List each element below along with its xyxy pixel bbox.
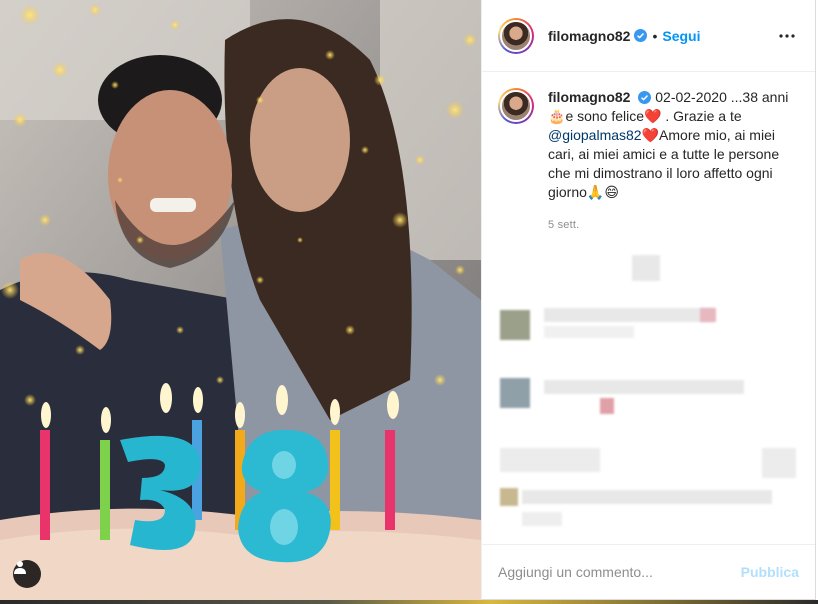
comment-bar: Pubblica	[482, 544, 815, 599]
verified-badge-icon	[638, 91, 652, 104]
caption: filomagno82 02-02-2020 ...38 anni 🎂e son…	[482, 72, 815, 235]
heart-emoji: ❤️	[644, 108, 662, 124]
user-tag-icon[interactable]	[13, 560, 41, 588]
follow-button[interactable]: Segui	[662, 28, 700, 44]
person-icon	[14, 561, 26, 574]
comment-input[interactable]	[498, 564, 741, 580]
author-username[interactable]: filomagno82	[548, 28, 630, 44]
caption-text: filomagno82 02-02-2020 ...38 anni 🎂e son…	[548, 88, 799, 235]
caption-avatar[interactable]	[498, 88, 534, 124]
header-separator: •	[652, 27, 658, 44]
post-timestamp[interactable]: 5 sett.	[548, 216, 799, 235]
publish-button[interactable]: Pubblica	[741, 564, 799, 580]
heart-emoji: ❤️	[641, 127, 660, 143]
caption-username[interactable]: filomagno82	[548, 89, 630, 105]
caption-part2: e sono felice	[565, 108, 645, 124]
cake-emoji: 🎂	[548, 108, 566, 124]
photo-illustration	[0, 0, 481, 604]
verified-badge-icon	[634, 29, 648, 42]
mention-link[interactable]: @giopalmas82	[548, 127, 642, 143]
more-options-icon[interactable]	[775, 24, 799, 48]
caption-part1: ...38 anni	[726, 89, 789, 105]
post-photo[interactable]	[0, 0, 481, 604]
caption-date: 02-02-2020	[655, 89, 727, 105]
post-header: filomagno82 • Segui	[482, 0, 815, 72]
caption-part3: . Grazie a te	[661, 108, 742, 124]
author-avatar[interactable]	[498, 17, 534, 54]
end-emojis: 🙏😄	[586, 184, 619, 200]
post-side-panel: filomagno82 • Segui filomagno82 02-02-20…	[481, 0, 816, 600]
background-strip	[0, 600, 818, 604]
